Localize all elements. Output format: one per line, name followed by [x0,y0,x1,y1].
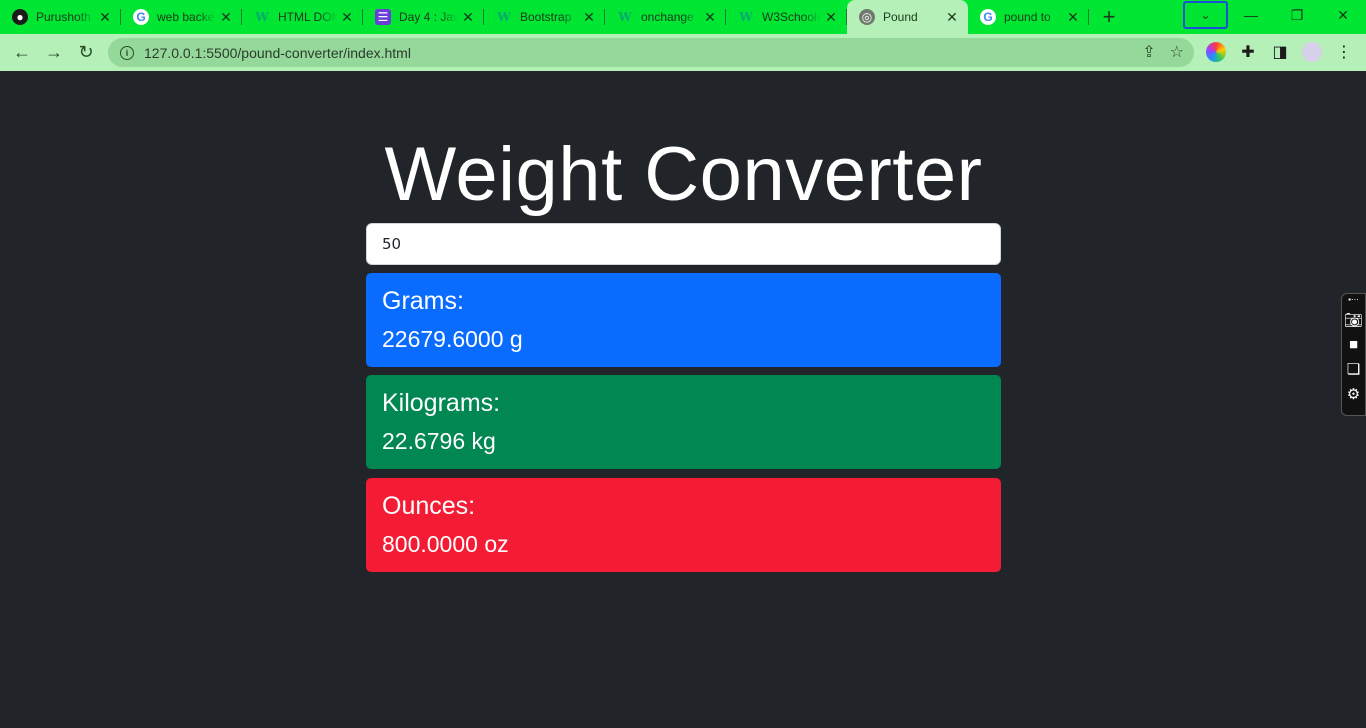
ounces-output: 800.0000 oz [382,531,509,557]
tab-title: web backe [157,10,215,24]
globe-icon: ◎ [859,9,875,25]
widget-menu-icon[interactable]: ▪⋯ [1348,296,1359,304]
tab-separator [1088,9,1089,25]
tab-html-dom[interactable]: W HTML DOM ✕ [242,0,363,34]
camera-icon[interactable]: 📷︎ [1344,311,1363,329]
kilograms-label: Kilograms: [382,389,501,417]
doc-icon: ☰ [375,9,391,25]
site-info-icon[interactable]: i [120,45,134,60]
grams-label: Grams: [382,287,464,315]
extensions-puzzle-icon[interactable]: ✚ [1238,42,1258,62]
close-icon[interactable]: ✕ [1063,7,1083,27]
close-icon[interactable]: ✕ [579,7,599,27]
close-icon[interactable]: ✕ [821,7,841,27]
reload-button[interactable]: ↻ [70,37,102,69]
close-icon[interactable]: ✕ [458,7,478,27]
w3schools-icon: W [255,10,269,24]
forward-button[interactable]: → [38,37,70,69]
close-icon[interactable]: ✕ [216,7,236,27]
minimize-icon: — [1244,7,1258,23]
tab-w3schools[interactable]: W W3Schools ✕ [726,0,847,34]
minimize-button[interactable]: — [1228,0,1274,30]
browser-toolbar: ← → ↻ i 127.0.0.1:5500/pound-converter/i… [0,34,1366,71]
tab-web-backend[interactable]: G web backe ✕ [121,0,242,34]
arrow-left-icon: ← [13,42,31,62]
close-icon[interactable]: ✕ [95,7,115,27]
tab-title: Pound [883,10,918,24]
close-icon[interactable]: ✕ [700,7,720,27]
tab-search-button[interactable]: ⌄ [1183,1,1228,29]
close-window-button[interactable]: ✕ [1320,0,1366,30]
tab-onchange[interactable]: W onchange ✕ [605,0,726,34]
reload-icon: ↻ [78,42,94,62]
w3schools-icon: W [739,10,753,24]
restore-icon: ❐ [1290,6,1304,23]
screen-capture-widget: ▪⋯ 📷︎ ■ ❏ ⚙ [1341,293,1366,416]
tab-title: pound to [1004,10,1051,24]
restore-button[interactable]: ❐ [1274,0,1320,30]
tab-title: Purushoth [36,10,91,24]
share-icon[interactable]: ⇪ [1142,42,1155,62]
tab-purushoth[interactable]: ● Purushoth ✕ [0,0,121,34]
kilograms-card: Kilograms: 22.6796 kg [366,375,1001,469]
w3schools-icon: W [618,10,632,24]
pounds-input[interactable] [366,223,1001,265]
tab-bootstrap[interactable]: W Bootstrap ✕ [484,0,605,34]
google-icon: G [980,9,996,25]
grams-card: Grams: 22679.6000 g [366,273,1001,367]
color-extension-icon[interactable] [1206,42,1226,62]
w3schools-icon: W [497,10,511,24]
tab-strip: ● Purushoth ✕ G web backe ✕ W HTML DOM ✕… [0,0,1366,34]
arrow-right-icon: → [45,42,63,62]
chevron-down-icon: ⌄ [1200,8,1211,22]
tab-pound[interactable]: ◎ Pound ✕ [847,0,968,34]
back-button[interactable]: ← [6,37,38,69]
ounces-card: Ounces: 800.0000 oz [366,478,1001,572]
new-tab-button[interactable]: + [1089,0,1129,34]
tab-title: onchange [641,10,694,24]
tab-title: Bootstrap [520,10,572,24]
bookmark-star-icon[interactable]: ☆ [1170,42,1184,62]
url-text: 127.0.0.1:5500/pound-converter/index.htm… [144,44,411,61]
grams-output: 22679.6000 g [382,326,523,352]
page-body: Weight Converter Grams: 22679.6000 g Kil… [0,71,1366,728]
more-menu-icon[interactable]: ⋮ [1334,42,1354,62]
gear-icon[interactable]: ⚙ [1347,385,1360,403]
ounces-label: Ounces: [382,492,476,520]
side-panel-icon[interactable]: ◨ [1270,42,1290,62]
close-icon[interactable]: ✕ [337,7,357,27]
tab-title: HTML DOM [278,10,337,24]
tab-day4[interactable]: ☰ Day 4 : Java ✕ [363,0,484,34]
window-capture-icon[interactable]: ❏ [1347,360,1360,378]
address-bar[interactable]: i 127.0.0.1:5500/pound-converter/index.h… [108,38,1194,67]
page-title: Weight Converter [384,132,983,217]
tab-title: Day 4 : Java [399,10,458,24]
github-icon: ● [12,9,28,25]
plus-icon: + [1102,4,1116,29]
close-icon: ✕ [1337,6,1349,23]
video-camera-icon[interactable]: ■ [1349,336,1358,353]
tab-title: W3Schools [762,10,821,24]
google-icon: G [133,9,149,25]
kilograms-output: 22.6796 kg [382,428,496,454]
profile-avatar[interactable] [1302,42,1322,62]
close-icon[interactable]: ✕ [942,7,962,27]
tab-pound-to[interactable]: G pound to ✕ [968,0,1089,34]
